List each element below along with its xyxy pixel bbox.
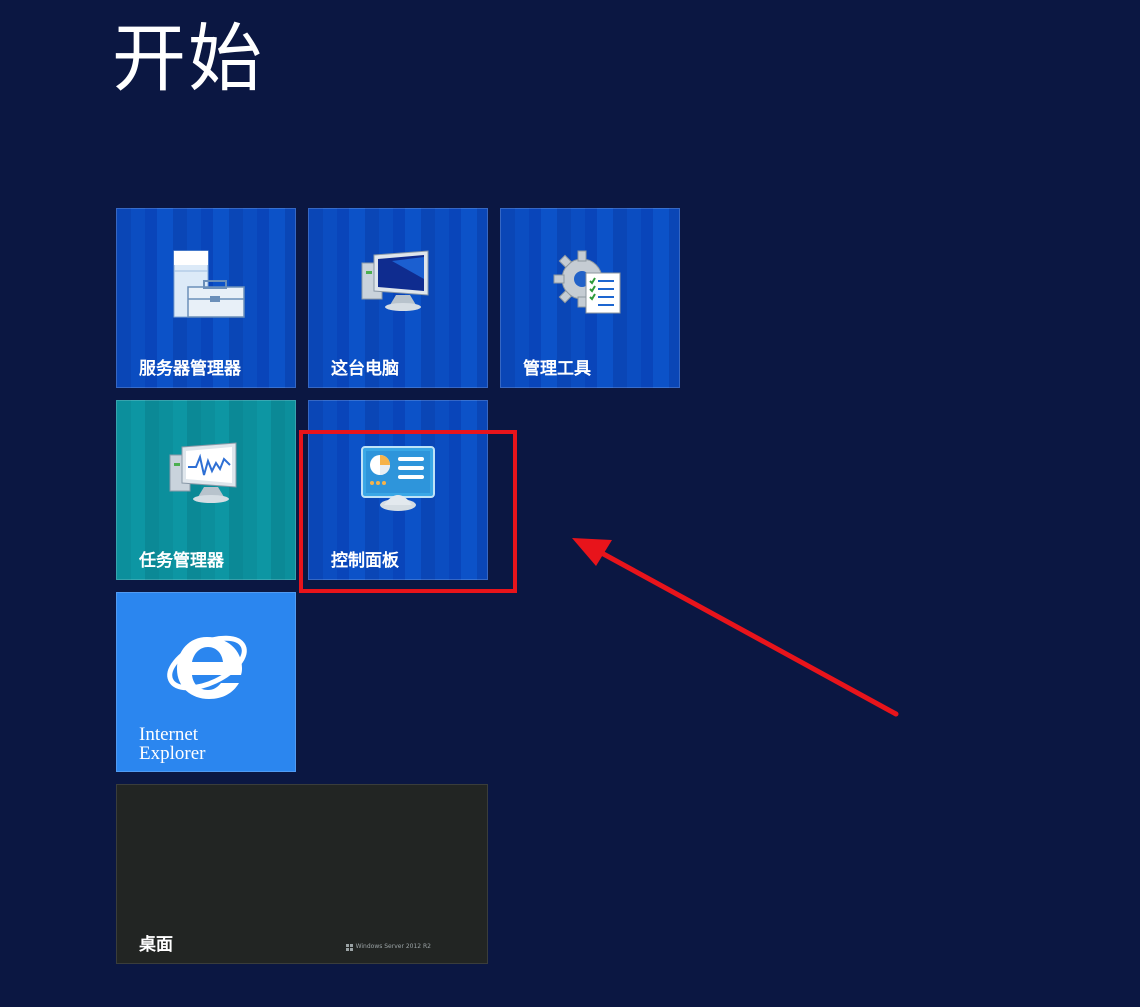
windows-server-brand: Windows Server 2012 R2 <box>345 943 431 951</box>
brand-text: Windows Server 2012 R2 <box>355 943 431 950</box>
start-screen: 开始 服务器管理器 这台电脑 管理工具 任务管理器 控制面板 Internet … <box>0 0 1140 1007</box>
tile-label: 桌面 <box>139 935 173 955</box>
internet-explorer-icon <box>167 635 247 699</box>
tile-label: 任务管理器 <box>139 551 224 571</box>
tile-internet-explorer[interactable]: Internet Explorer <box>116 592 296 772</box>
tile-label-line1: Internet <box>139 724 199 745</box>
tile-label: 这台电脑 <box>331 359 399 379</box>
tile-label-line2: Explorer <box>139 743 206 764</box>
computer-monitor-icon <box>361 250 429 311</box>
start-title: 开始 <box>112 16 264 102</box>
tile-admin-tools[interactable]: 管理工具 <box>500 208 680 388</box>
gear-checklist-icon <box>553 250 621 314</box>
tile-label: 管理工具 <box>523 359 591 379</box>
tile-server-manager[interactable]: 服务器管理器 <box>116 208 296 388</box>
server-manager-icon <box>173 250 245 318</box>
windows-logo-icon <box>345 943 353 951</box>
tile-task-manager[interactable]: 任务管理器 <box>116 400 296 580</box>
tile-label: 服务器管理器 <box>139 359 241 379</box>
tile-label: Internet Explorer <box>139 725 259 763</box>
control-panel-icon <box>361 446 435 511</box>
performance-monitor-icon <box>169 442 237 503</box>
tile-this-pc[interactable]: 这台电脑 <box>308 208 488 388</box>
tile-desktop[interactable]: 桌面 Windows Server 2012 R2 <box>116 784 488 964</box>
tile-control-panel[interactable]: 控制面板 <box>308 400 488 580</box>
tile-label: 控制面板 <box>331 551 399 571</box>
